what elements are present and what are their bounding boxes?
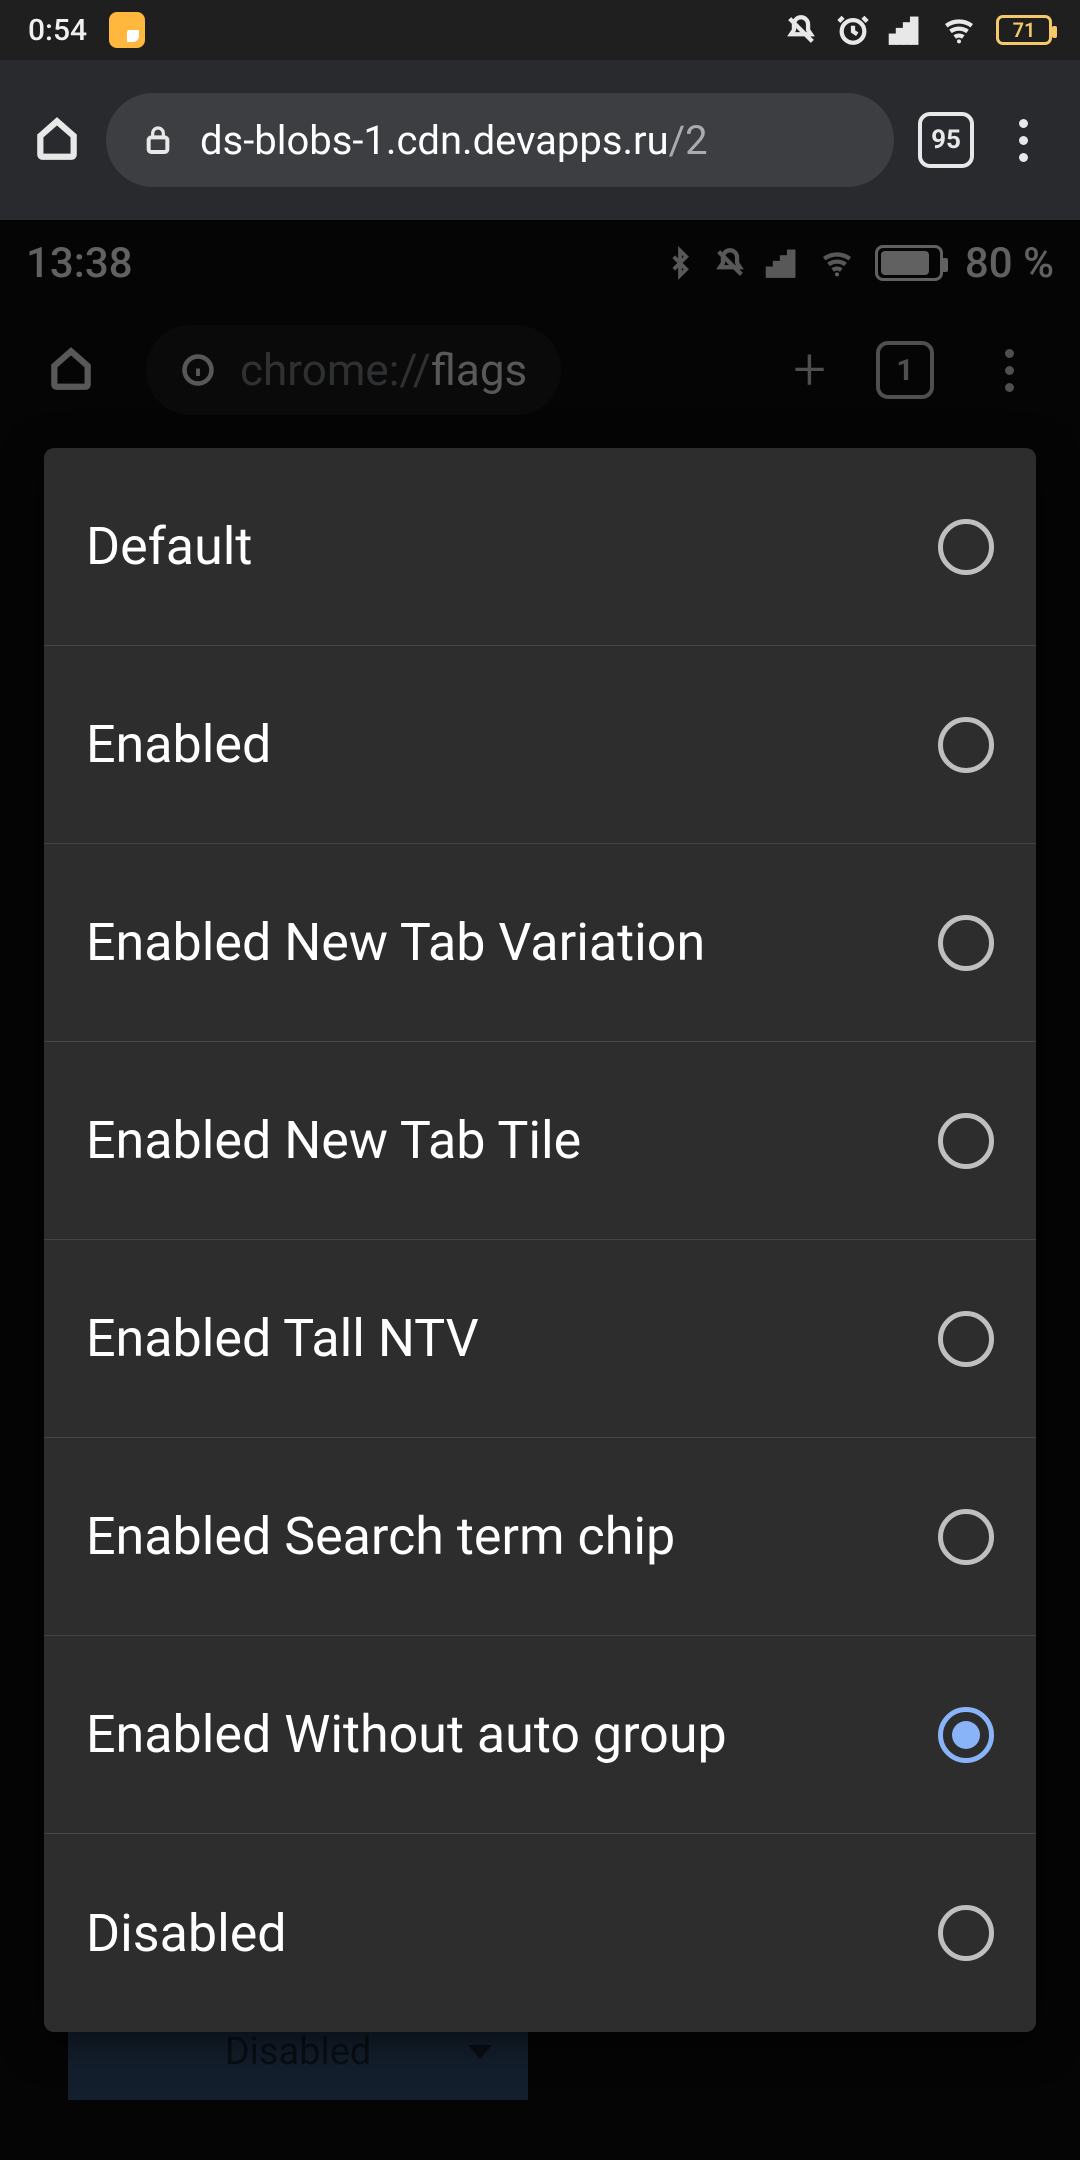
outer-status-bar: 0:54 71 [0, 0, 1080, 60]
notification-icon [109, 12, 145, 48]
option-label: Enabled Without auto group [86, 1702, 751, 1767]
option-label: Enabled New Tab Tile [86, 1108, 605, 1173]
wifi-icon [940, 13, 978, 47]
signal-icon [888, 13, 922, 47]
page-content: 13:38 80 % chro [0, 220, 1080, 2160]
option-row[interactable]: Enabled Without auto group [44, 1636, 1036, 1834]
radio-selected-icon[interactable] [938, 1707, 994, 1763]
option-row[interactable]: Enabled Search term chip [44, 1438, 1036, 1636]
option-label: Default [86, 514, 276, 579]
outer-browser-toolbar: ds-blobs-1.cdn.devapps.ru/2 95 [0, 60, 1080, 220]
option-row[interactable]: Default [44, 448, 1036, 646]
option-row[interactable]: Disabled [44, 1834, 1036, 2032]
dnd-icon [784, 13, 818, 47]
outer-menu-button[interactable] [998, 119, 1048, 162]
outer-tab-switcher[interactable]: 95 [918, 112, 974, 168]
outer-omnibox[interactable]: ds-blobs-1.cdn.devapps.ru/2 [106, 93, 894, 187]
outer-clock: 0:54 [28, 13, 87, 48]
radio-icon[interactable] [938, 1905, 994, 1961]
lock-icon [142, 124, 174, 156]
radio-icon[interactable] [938, 915, 994, 971]
outer-url: ds-blobs-1.cdn.devapps.ru/2 [200, 117, 708, 164]
radio-icon[interactable] [938, 1311, 994, 1367]
option-row[interactable]: Enabled New Tab Variation [44, 844, 1036, 1042]
alarm-icon [836, 13, 870, 47]
option-label: Disabled [86, 1901, 311, 1966]
option-label: Enabled [86, 712, 295, 777]
battery-level-label: 71 [999, 18, 1049, 42]
option-label: Enabled Search term chip [86, 1504, 699, 1569]
home-button[interactable] [32, 113, 82, 167]
flag-options-popup: Default Enabled Enabled New Tab Variation E… [44, 448, 1036, 2032]
radio-icon[interactable] [938, 717, 994, 773]
radio-icon[interactable] [938, 1509, 994, 1565]
radio-icon[interactable] [938, 519, 994, 575]
radio-icon[interactable] [938, 1113, 994, 1169]
option-row[interactable]: Enabled New Tab Tile [44, 1042, 1036, 1240]
option-row[interactable]: Enabled [44, 646, 1036, 844]
option-row[interactable]: Enabled Tall NTV [44, 1240, 1036, 1438]
option-label: Enabled Tall NTV [86, 1306, 503, 1371]
option-label: Enabled New Tab Variation [86, 910, 729, 975]
battery-icon: 71 [996, 15, 1052, 45]
